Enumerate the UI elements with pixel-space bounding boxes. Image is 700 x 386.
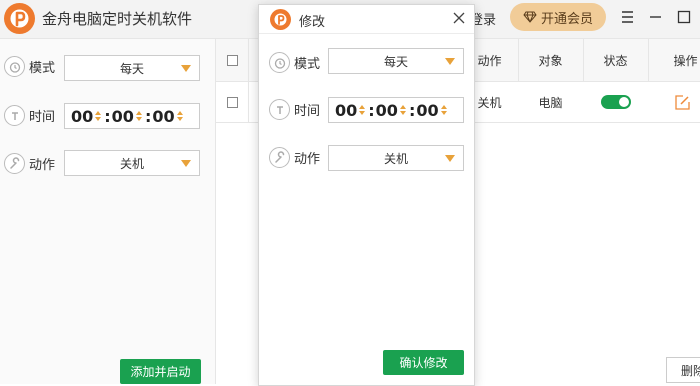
mode-row: 模式	[4, 56, 55, 77]
dialog-action-select[interactable]: 关机	[328, 145, 464, 171]
dialog-mode-row: 模式	[269, 52, 320, 73]
dialog-second-field[interactable]: 00	[416, 101, 438, 120]
minimize-icon[interactable]	[648, 9, 664, 25]
add-and-start-button[interactable]: 添加并启动	[120, 359, 201, 384]
wrench-icon	[4, 153, 25, 174]
alarm-icon	[4, 56, 25, 77]
clock-icon	[269, 99, 290, 120]
wrench-icon	[269, 147, 290, 168]
dialog-action-value: 关机	[383, 151, 408, 166]
app-title: 金舟电脑定时关机软件	[42, 10, 193, 28]
menu-icon[interactable]	[620, 9, 636, 25]
close-icon[interactable]	[452, 11, 466, 25]
vip-button-label: 开通会员	[540, 11, 593, 27]
hour-spinner[interactable]	[95, 111, 102, 121]
delete-button[interactable]: 删除	[666, 357, 700, 383]
edit-dialog: 修改 模式 每天 时间 00 : 00 : 00 动作 关机 确认修改	[258, 4, 475, 386]
hour-field[interactable]: 00	[71, 107, 93, 126]
header-status: 状态	[603, 53, 628, 68]
dialog-title: 修改	[299, 15, 326, 30]
chevron-down-icon	[445, 155, 455, 162]
chevron-down-icon	[445, 58, 455, 65]
row-checkbox[interactable]	[226, 96, 238, 108]
second-spinner[interactable]	[176, 111, 183, 121]
action-row: 动作	[4, 153, 55, 174]
dialog-action-row: 动作	[269, 147, 320, 168]
dialog-hour-field[interactable]: 00	[335, 101, 357, 120]
confirm-edit-button[interactable]: 确认修改	[383, 350, 464, 375]
action-select[interactable]: 关机	[64, 150, 200, 176]
diamond-icon	[523, 11, 537, 23]
vip-button[interactable]: 开通会员	[510, 3, 606, 31]
mode-select-value: 每天	[119, 61, 144, 76]
second-field[interactable]: 00	[152, 107, 174, 126]
maximize-icon[interactable]	[676, 9, 692, 25]
dialog-time-row: 时间	[269, 99, 320, 120]
dialog-mode-value: 每天	[383, 54, 408, 69]
mode-label: 模式	[29, 61, 56, 76]
row-target: 电脑	[538, 95, 563, 110]
action-label: 动作	[29, 158, 56, 173]
clock-icon	[4, 105, 25, 126]
select-all-checkbox[interactable]	[226, 54, 238, 66]
dialog-minute-spinner[interactable]	[399, 105, 406, 115]
header-operate: 操作	[673, 53, 698, 68]
time-label: 时间	[29, 110, 56, 125]
app-logo-icon	[270, 9, 291, 30]
minute-field[interactable]: 00	[112, 107, 134, 126]
time-row: 时间	[4, 105, 55, 126]
dialog-time-label: 时间	[294, 104, 321, 119]
dialog-minute-field[interactable]: 00	[376, 101, 398, 120]
mode-select[interactable]: 每天	[64, 55, 200, 81]
status-toggle[interactable]	[600, 95, 631, 109]
action-select-value: 关机	[119, 156, 144, 171]
dialog-second-spinner[interactable]	[440, 105, 447, 115]
dialog-hour-spinner[interactable]	[359, 105, 366, 115]
dialog-action-label: 动作	[294, 152, 321, 167]
edit-icon[interactable]	[674, 94, 691, 111]
time-picker[interactable]: 00 : 00 : 00	[64, 103, 200, 129]
chevron-down-icon	[181, 160, 191, 167]
chevron-down-icon	[181, 65, 191, 72]
minute-spinner[interactable]	[135, 111, 142, 121]
dialog-mode-label: 模式	[294, 57, 321, 72]
dialog-time-picker[interactable]: 00 : 00 : 00	[328, 97, 464, 123]
app-logo-icon	[4, 3, 35, 34]
alarm-icon	[269, 52, 290, 73]
task-form-panel: 模式 每天 时间 00 : 00 : 00 动作 关机 添加并启动	[0, 39, 216, 384]
header-target: 对象	[538, 53, 563, 68]
dialog-title-bar: 修改	[259, 5, 474, 34]
dialog-mode-select[interactable]: 每天	[328, 48, 464, 74]
